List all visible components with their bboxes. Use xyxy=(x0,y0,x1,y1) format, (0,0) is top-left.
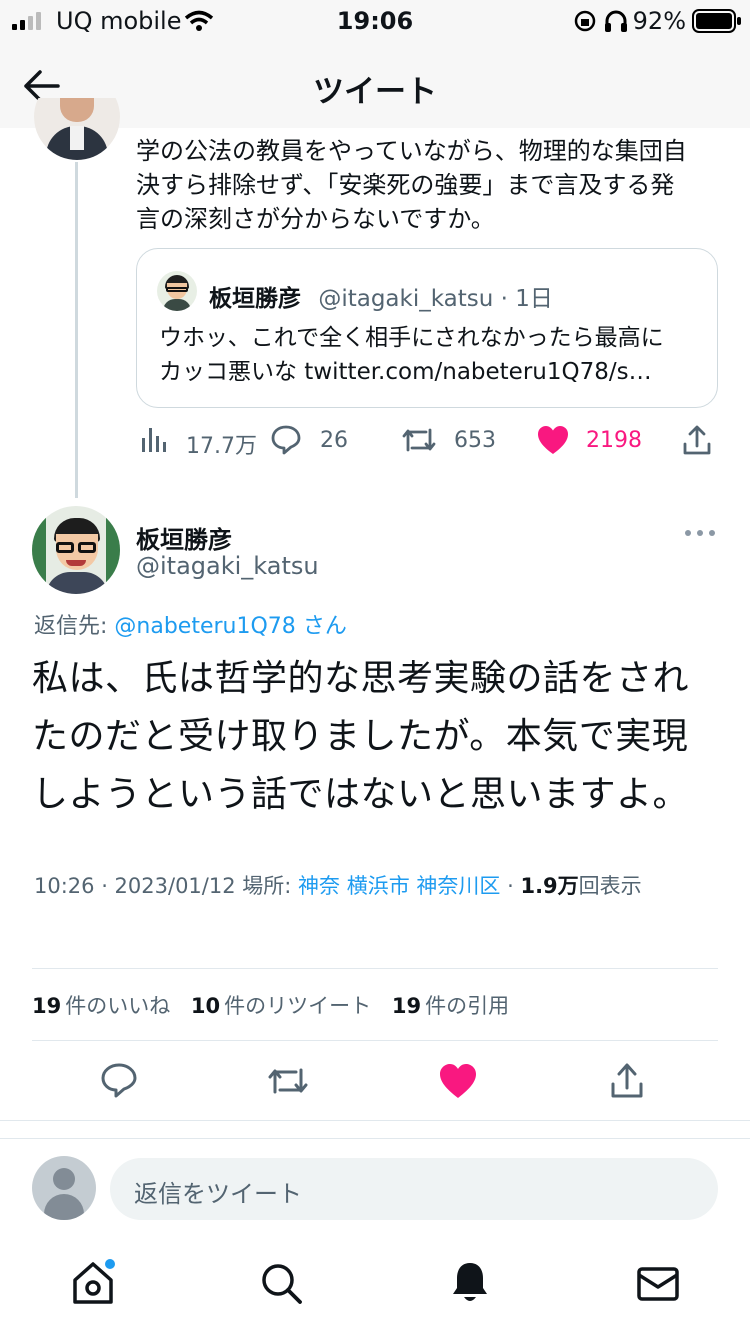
retweet-count: 653 xyxy=(454,428,496,453)
place-link[interactable]: 神奈 横浜市 神奈川区 xyxy=(298,874,500,898)
reply-to-suffix: さん xyxy=(302,614,347,639)
tweet-meta: 10:26 · 2023/01/12 場所: 神奈 横浜市 神奈川区 · 1.9… xyxy=(34,870,642,900)
reply-input-placeholder: 返信をツイート xyxy=(134,1180,302,1208)
quotes-value: 19 xyxy=(391,994,422,1018)
place-label: 場所: xyxy=(242,874,292,898)
share-icon[interactable] xyxy=(682,424,712,456)
home-icon[interactable] xyxy=(70,1258,120,1308)
meta-separator: · xyxy=(507,874,514,898)
retweet-icon[interactable] xyxy=(266,1064,310,1098)
parent-text-line: 学の公法の教員をやっていながら、物理的な集団自 xyxy=(136,137,687,165)
tweet-text-line: 私は、氏は哲学的な思考実験の話をされ xyxy=(32,658,690,699)
search-icon[interactable] xyxy=(260,1262,304,1306)
views-value: 1.9万 xyxy=(520,874,579,898)
quote-avatar xyxy=(157,271,197,311)
parent-avatar[interactable] xyxy=(34,98,120,160)
orientation-lock-icon xyxy=(574,10,596,32)
battery-percent: 92% xyxy=(632,7,686,35)
heart-filled-icon[interactable] xyxy=(536,424,570,456)
quotes-label: 件の引用 xyxy=(425,994,510,1018)
reply-to-handle[interactable]: @nabeteru1Q78 xyxy=(114,614,295,639)
reply-icon[interactable] xyxy=(100,1062,138,1100)
divider xyxy=(0,1138,750,1139)
tweet-timestamp[interactable]: 10:26 · 2023/01/12 xyxy=(34,874,236,898)
likes-link[interactable]: 19 件のいいね xyxy=(32,994,170,1018)
engagement-counts: 19 件のいいね 10 件のリツイート 19 件の引用 xyxy=(32,990,509,1020)
headphones-icon xyxy=(605,10,627,32)
views-count: 17.7万 xyxy=(186,434,257,459)
like-count: 2198 xyxy=(586,428,642,453)
tweet-body: 私は、氏は哲学的な思考実験の話をされ たのだと受け取りましたが。本気で実現 しよ… xyxy=(32,650,732,824)
current-user-avatar[interactable] xyxy=(32,1156,96,1220)
quote-text-line: ウホッ、これで全く相手にされなかったら最高に xyxy=(159,325,664,351)
divider xyxy=(0,1120,750,1121)
more-options-icon[interactable] xyxy=(684,528,716,538)
reply-input[interactable]: 返信をツイート xyxy=(110,1158,718,1220)
tweet-text-line: しようという話ではないと思いますよ。 xyxy=(32,774,690,815)
quotes-link[interactable]: 19 件の引用 xyxy=(392,994,509,1018)
parent-tweet-text: 学の公法の教員をやっていながら、物理的な集団自 決すら排除せず、「安楽死の強要」… xyxy=(136,134,726,236)
reply-to-line: 返信先: @nabeteru1Q78 さん xyxy=(34,608,347,640)
reply-icon[interactable] xyxy=(270,424,302,456)
views-label: 回表示 xyxy=(578,874,642,898)
tweet-text-line: たのだと受け取りましたが。本気で実現 xyxy=(32,716,689,757)
author-name[interactable]: 板垣勝彦 xyxy=(136,520,232,555)
messages-mail-icon[interactable] xyxy=(636,1266,680,1302)
views-icon[interactable] xyxy=(140,426,168,454)
thread-line xyxy=(75,162,78,498)
author-handle[interactable]: @itagaki_katsu xyxy=(136,552,319,580)
retweet-icon[interactable] xyxy=(400,424,438,456)
parent-text-line: 決すら排除せず、「安楽死の強要」まで言及する発 xyxy=(136,171,675,199)
quote-author-handle: @itagaki_katsu xyxy=(318,286,494,312)
notifications-bell-icon[interactable] xyxy=(450,1260,490,1306)
quote-text-line: カッコ悪いな twitter.com/nabeteru1Q78/s… xyxy=(159,359,652,385)
share-icon[interactable] xyxy=(610,1062,644,1100)
author-avatar[interactable] xyxy=(32,506,120,594)
retweets-label: 件のリツイート xyxy=(224,994,372,1018)
quote-age: 1日 xyxy=(515,286,553,312)
heart-filled-icon[interactable] xyxy=(438,1062,478,1100)
reply-count: 26 xyxy=(320,428,348,453)
status-bar: UQ mobile 19:06 92% xyxy=(0,0,750,44)
divider xyxy=(32,1040,718,1041)
parent-text-line: 言の深刻さが分からないですか。 xyxy=(136,205,495,233)
quote-author-name[interactable]: 板垣勝彦 xyxy=(209,286,301,312)
reply-to-label: 返信先: xyxy=(34,614,108,639)
retweets-value: 10 xyxy=(190,994,221,1018)
divider xyxy=(32,968,718,969)
likes-label: 件のいいね xyxy=(65,994,171,1018)
likes-value: 19 xyxy=(32,994,62,1018)
quoted-tweet-card[interactable]: 板垣勝彦 @itagaki_katsu · 1日 ウホッ、これで全く相手にされな… xyxy=(136,248,718,408)
retweets-link[interactable]: 10 件のリツイート xyxy=(191,994,371,1018)
battery-icon xyxy=(692,9,741,33)
